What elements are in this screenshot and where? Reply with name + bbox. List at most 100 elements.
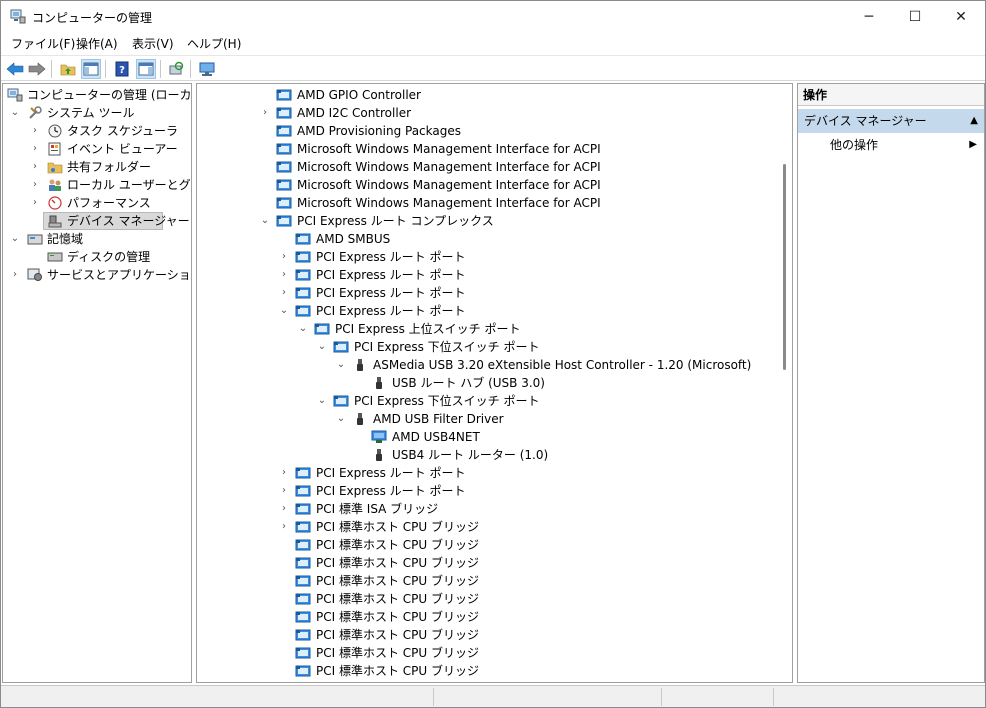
clock-icon — [48, 124, 62, 138]
device-row[interactable]: ⌄ PCI Express 上位スイッチ ポート — [197, 320, 777, 338]
chevron-right-icon[interactable]: › — [29, 140, 41, 158]
device-row[interactable]: › PCI Express ルート ポート — [197, 284, 777, 302]
system-device-icon — [295, 521, 311, 533]
device-label: AMD Provisioning Packages — [297, 124, 461, 138]
device-row[interactable]: AMD USB4NET — [197, 428, 777, 446]
actions-section-device-manager[interactable]: デバイス マネージャー ▲ — [798, 109, 984, 133]
monitor-icon[interactable] — [197, 59, 217, 79]
menu-bar: ファイル(F) 操作(A) 表示(V) ヘルプ(H) — [1, 32, 985, 54]
toolbar-separator — [105, 60, 106, 78]
chevron-down-icon[interactable]: ⌄ — [9, 104, 21, 122]
device-row[interactable]: PCI 標準ホスト CPU ブリッジ — [197, 536, 777, 554]
chevron-right-icon[interactable]: › — [278, 482, 290, 500]
system-device-icon — [276, 125, 292, 137]
chevron-right-icon[interactable]: › — [278, 518, 290, 536]
device-row[interactable]: AMD GPIO Controller — [197, 86, 777, 104]
usb-icon — [376, 449, 382, 461]
system-device-icon — [295, 629, 311, 641]
system-device-icon — [295, 539, 311, 551]
device-row[interactable]: Microsoft Windows Management Interface f… — [197, 140, 777, 158]
device-row[interactable]: › AMD I2C Controller — [197, 104, 777, 122]
minimize-button[interactable]: ─ — [846, 1, 892, 32]
device-row[interactable]: PCI 標準ホスト CPU ブリッジ — [197, 590, 777, 608]
chevron-right-icon[interactable]: › — [29, 122, 41, 140]
device-row[interactable]: › PCI Express ルート ポート — [197, 266, 777, 284]
system-device-icon — [295, 251, 311, 263]
show-hide-tree-icon[interactable] — [81, 59, 101, 79]
console-tree-pane[interactable]: コンピューターの管理 (ローカル) ⌄ システム ツール › タスク スケジュー… — [2, 83, 192, 683]
menu-view[interactable]: 表示(V) — [132, 35, 174, 52]
chevron-right-icon[interactable]: › — [259, 104, 271, 122]
chevron-right-icon[interactable]: › — [278, 284, 290, 302]
chevron-right-icon[interactable]: › — [278, 248, 290, 266]
device-row[interactable]: PCI 標準ホスト CPU ブリッジ — [197, 644, 777, 662]
back-arrow-icon[interactable] — [5, 59, 25, 79]
chevron-down-icon[interactable]: ⌄ — [259, 212, 271, 230]
device-row[interactable]: PCI 標準ホスト CPU ブリッジ — [197, 572, 777, 590]
device-row[interactable]: › PCI Express ルート ポート — [197, 248, 777, 266]
usb-icon — [357, 359, 363, 371]
forward-arrow-icon[interactable] — [27, 59, 47, 79]
device-row[interactable]: PCI 標準ホスト CPU ブリッジ — [197, 662, 777, 680]
vertical-scrollbar-thumb[interactable] — [783, 164, 786, 370]
device-label: USB4 ルート ルーター (1.0) — [392, 448, 549, 462]
device-label: PCI 標準ホスト CPU ブリッジ — [316, 538, 479, 552]
chevron-down-icon[interactable]: ⌄ — [316, 392, 328, 410]
device-row[interactable]: AMD Provisioning Packages — [197, 122, 777, 140]
collapse-up-icon[interactable]: ▲ — [970, 109, 978, 133]
computer-management-app-icon — [10, 9, 26, 24]
tools-icon — [29, 106, 42, 119]
chevron-right-icon[interactable]: › — [278, 266, 290, 284]
device-row[interactable]: USB4 ルート ルーター (1.0) — [197, 446, 777, 464]
device-row[interactable]: › PCI 標準ホスト CPU ブリッジ — [197, 518, 777, 536]
chevron-right-icon[interactable]: › — [278, 500, 290, 518]
chevron-down-icon[interactable]: ⌄ — [297, 320, 309, 338]
device-row[interactable]: Microsoft Windows Management Interface f… — [197, 158, 777, 176]
help-icon[interactable]: ? — [112, 59, 132, 79]
chevron-down-icon[interactable]: ⌄ — [278, 302, 290, 320]
device-row[interactable]: ⌄ PCI Express ルート ポート — [197, 302, 777, 320]
menu-help[interactable]: ヘルプ(H) — [187, 35, 241, 52]
status-bar — [1, 685, 985, 707]
device-row[interactable]: ⌄ PCI Express 下位スイッチ ポート — [197, 392, 777, 410]
device-row[interactable]: PCI 標準ホスト CPU ブリッジ — [197, 626, 777, 644]
close-button[interactable]: ✕ — [938, 1, 984, 32]
chevron-down-icon[interactable]: ⌄ — [9, 230, 21, 248]
chevron-right-icon[interactable]: › — [29, 158, 41, 176]
chevron-down-icon[interactable]: ⌄ — [335, 410, 347, 428]
up-folder-icon[interactable] — [58, 59, 78, 79]
device-row[interactable]: AMD SMBUS — [197, 230, 777, 248]
maximize-button[interactable]: ☐ — [892, 1, 938, 32]
device-tree-pane[interactable]: AMD GPIO Controller › AMD I2C Controller AM… — [196, 83, 793, 683]
device-row[interactable]: Microsoft Windows Management Interface f… — [197, 194, 777, 212]
more-actions-item[interactable]: 他の操作 ▶ — [798, 135, 984, 155]
device-row[interactable]: Microsoft Windows Management Interface f… — [197, 176, 777, 194]
device-label: PCI 標準ホスト CPU ブリッジ — [316, 520, 479, 534]
device-row[interactable]: › PCI 標準 ISA ブリッジ — [197, 500, 777, 518]
show-hide-action-pane-icon[interactable] — [136, 59, 156, 79]
device-label: PCI Express ルート ポート — [316, 250, 466, 264]
device-row[interactable]: ⌄ ASMedia USB 3.20 eXtensible Host Contro… — [197, 356, 777, 374]
device-row[interactable]: PCI 標準ホスト CPU ブリッジ — [197, 608, 777, 626]
device-row[interactable]: ⌄ PCI Express 下位スイッチ ポート — [197, 338, 777, 356]
device-row[interactable]: USB ルート ハブ (USB 3.0) — [197, 374, 777, 392]
chevron-right-icon[interactable]: › — [29, 194, 41, 212]
system-device-icon — [295, 647, 311, 659]
device-row[interactable]: › PCI Express ルート ポート — [197, 482, 777, 500]
menu-action[interactable]: 操作(A) — [76, 35, 118, 52]
device-row[interactable]: ⌄ PCI Express ルート コンプレックス — [197, 212, 777, 230]
chevron-right-icon[interactable]: › — [9, 266, 21, 284]
device-row[interactable]: › PCI Express ルート ポート — [197, 464, 777, 482]
device-row[interactable]: ⌄ AMD USB Filter Driver — [197, 410, 777, 428]
scan-hardware-icon[interactable] — [166, 59, 186, 79]
users-icon — [49, 179, 61, 191]
device-row[interactable]: PCI 標準ホスト CPU ブリッジ — [197, 554, 777, 572]
chevron-right-icon[interactable]: › — [278, 464, 290, 482]
chevron-right-icon: ▶ — [969, 139, 977, 150]
services-icon — [27, 268, 42, 281]
chevron-down-icon[interactable]: ⌄ — [335, 356, 347, 374]
chevron-down-icon[interactable]: ⌄ — [316, 338, 328, 356]
title-bar[interactable]: コンピューターの管理 ─ ☐ ✕ — [1, 1, 985, 32]
chevron-right-icon[interactable]: › — [29, 176, 41, 194]
menu-file[interactable]: ファイル(F) — [11, 35, 75, 52]
